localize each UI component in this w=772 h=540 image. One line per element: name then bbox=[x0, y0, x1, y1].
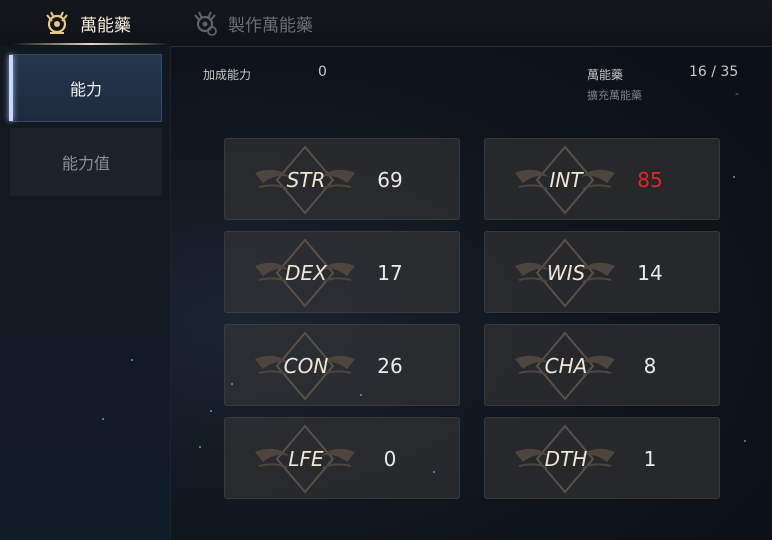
sidebar: 能力 能力值 bbox=[0, 46, 171, 540]
stat-name: LFE bbox=[288, 447, 324, 471]
elixir-emblem-icon bbox=[46, 11, 68, 34]
top-tab-bar: 萬能藥 製作萬能藥 bbox=[0, 0, 772, 47]
elixir-label: 萬能藥 bbox=[587, 68, 624, 82]
expand-elixir-value: - bbox=[735, 87, 739, 100]
stat-name: DEX bbox=[285, 261, 327, 285]
sidebar-item-ability-value[interactable]: 能力值 bbox=[10, 128, 162, 196]
stat-name: INT bbox=[549, 168, 583, 192]
stat-value: 8 bbox=[643, 354, 657, 378]
sidebar-item-label: 能力值 bbox=[61, 154, 110, 173]
stat-card-dth: DTH 1 bbox=[484, 417, 720, 499]
bonus-value: 0 bbox=[318, 64, 327, 80]
stat-value: 0 bbox=[383, 447, 397, 471]
stat-card-wis: WIS 14 bbox=[484, 231, 720, 313]
stat-name: WIS bbox=[546, 261, 586, 285]
stat-value: 69 bbox=[377, 168, 403, 192]
stat-card-con: CON 26 bbox=[224, 324, 460, 406]
elixir-count: 16 / 35 bbox=[689, 64, 739, 80]
tab-elixir[interactable]: 萬能藥 bbox=[42, 8, 131, 38]
stat-value: 85 bbox=[637, 168, 663, 192]
tab-craft-elixir[interactable]: 製作萬能藥 bbox=[190, 8, 313, 38]
tab-elixir-label: 萬能藥 bbox=[80, 15, 131, 36]
stat-card-cha: CHA 8 bbox=[484, 324, 720, 406]
stat-card-str: STR 69 bbox=[224, 138, 460, 220]
stat-card-lfe: LFE 0 bbox=[224, 417, 460, 499]
stat-value: 17 bbox=[377, 261, 403, 285]
tab-craft-elixir-label: 製作萬能藥 bbox=[228, 15, 313, 36]
sidebar-item-label: 能力 bbox=[69, 80, 102, 99]
stat-name: DTH bbox=[544, 447, 588, 471]
sidebar-item-ability[interactable]: 能力 bbox=[9, 54, 162, 122]
stat-value: 1 bbox=[643, 447, 657, 471]
craft-gear-icon bbox=[194, 11, 217, 36]
stat-value: 26 bbox=[377, 354, 403, 378]
stat-name: STR bbox=[286, 168, 326, 192]
stat-name: CON bbox=[283, 354, 329, 378]
stat-card-dex: DEX 17 bbox=[224, 231, 460, 313]
bonus-label: 加成能力 bbox=[203, 68, 252, 82]
active-tab-underline bbox=[12, 43, 170, 45]
stat-name: CHA bbox=[544, 354, 588, 378]
stat-value: 14 bbox=[637, 261, 663, 285]
stat-card-int: INT 85 bbox=[484, 138, 720, 220]
expand-elixir-label: 擴充萬能藥 bbox=[587, 89, 642, 102]
